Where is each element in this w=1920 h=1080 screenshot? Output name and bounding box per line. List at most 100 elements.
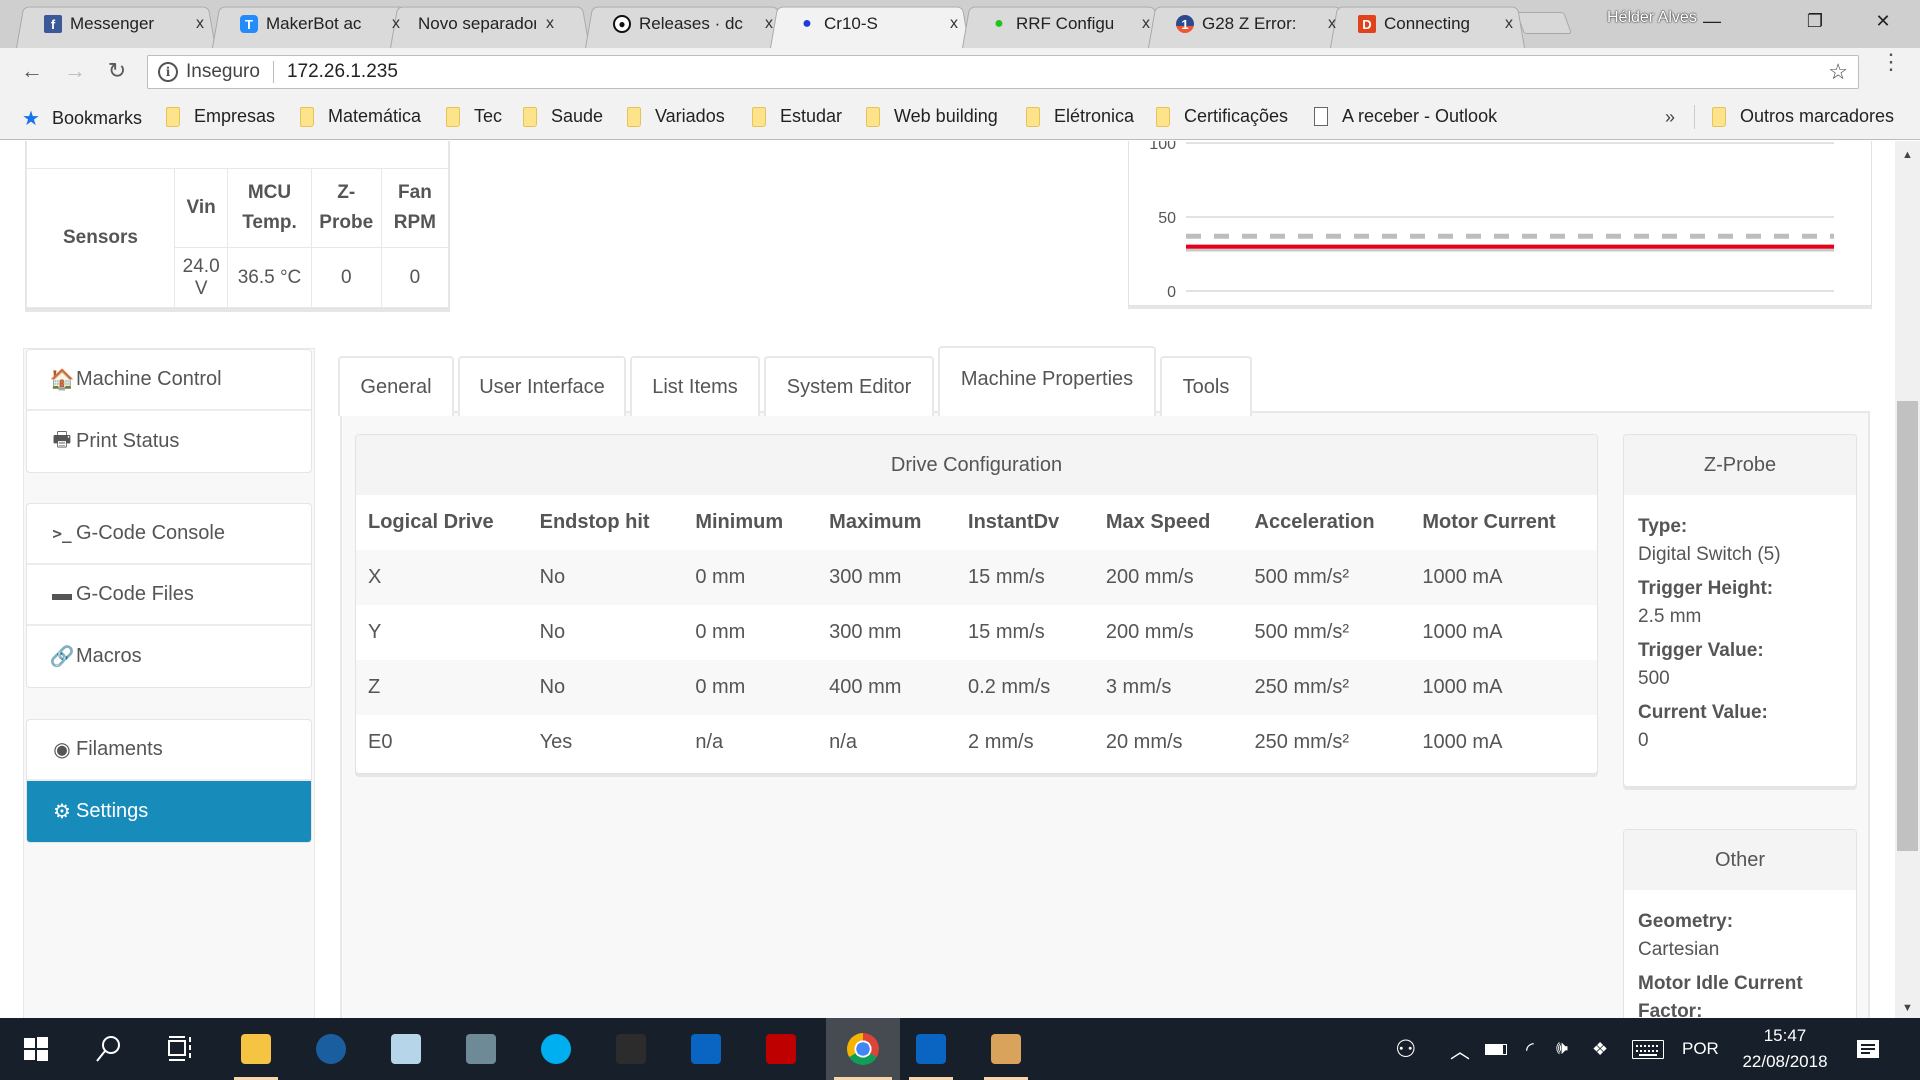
profile-name[interactable]: Hélder Alves: [1607, 9, 1697, 27]
sidebar-item-g-code-console[interactable]: >_ G-Code Console: [27, 504, 311, 565]
language-indicator[interactable]: POR: [1682, 1018, 1719, 1080]
dropbox-icon: ❖: [1592, 1038, 1609, 1059]
search-button[interactable]: [78, 1018, 138, 1080]
minimize-button[interactable]: —: [1692, 6, 1732, 36]
browser-tab-title: Releases · dc: [639, 14, 743, 33]
tab-list-items[interactable]: List Items: [630, 356, 760, 416]
volume-button[interactable]: 🕪: [1556, 1018, 1568, 1080]
github-icon: ●: [613, 15, 631, 33]
tab-machine-properties[interactable]: Machine Properties: [938, 346, 1156, 416]
sidebar-item-g-code-files[interactable]: ▬ G-Code Files: [27, 565, 311, 626]
security-label[interactable]: Inseguro: [186, 61, 260, 83]
folder-icon: [866, 106, 880, 127]
close-window-button[interactable]: ✕: [1863, 6, 1903, 36]
scroll-down-icon[interactable]: ▼: [1902, 1002, 1913, 1014]
browser-tab[interactable]: Novo separador x: [390, 3, 590, 45]
bookmark-item[interactable]: Elétronica: [1026, 106, 1134, 127]
drive-cell: E0: [368, 731, 393, 753]
file-explorer-taskbar-button[interactable]: [226, 1018, 286, 1080]
filezilla-taskbar-button[interactable]: [751, 1018, 811, 1080]
reload-button[interactable]: ↻: [102, 56, 132, 86]
close-tab-icon[interactable]: x: [196, 15, 204, 33]
forward-button[interactable]: →: [60, 56, 90, 86]
tab-tools[interactable]: Tools: [1160, 356, 1252, 416]
sidebar-item-settings[interactable]: ⚙ Settings: [27, 781, 311, 842]
scroll-up-icon[interactable]: ▲: [1902, 149, 1913, 161]
wifi-button[interactable]: ◜: [1526, 1018, 1534, 1080]
close-tab-icon[interactable]: x: [546, 15, 554, 33]
field-value: Digital Switch (5): [1638, 544, 1781, 565]
browser-tab[interactable]: ● RRF Configu x: [962, 3, 1162, 45]
close-tab-icon[interactable]: x: [1142, 15, 1150, 33]
bookmark-other[interactable]: Outros marcadores: [1712, 106, 1894, 127]
folder-icon: [446, 106, 460, 127]
close-tab-icon[interactable]: x: [1505, 15, 1513, 33]
close-tab-icon[interactable]: x: [765, 15, 773, 33]
mremoteng-taskbar-button[interactable]: [601, 1018, 661, 1080]
browser-menu-button[interactable]: ⋮: [1880, 51, 1902, 73]
virtualbox-taskbar-button[interactable]: [376, 1018, 436, 1080]
sidebar-item-label: Macros: [76, 645, 142, 667]
bookmark-star-icon[interactable]: ☆: [1828, 59, 1848, 85]
browser-tab[interactable]: 1 G28 Z Error: x: [1148, 3, 1348, 45]
steam-taskbar-button[interactable]: [301, 1018, 361, 1080]
bookmark-item[interactable]: ★ Bookmarks: [22, 106, 142, 131]
browser-tab[interactable]: D Connecting x: [1330, 3, 1525, 45]
tab-system-editor[interactable]: System Editor: [764, 356, 934, 416]
info-icon[interactable]: i: [158, 62, 178, 82]
bookmark-label: Matemática: [328, 106, 422, 126]
close-tab-icon[interactable]: x: [1328, 15, 1336, 33]
bookmark-item[interactable]: Certificações: [1156, 106, 1288, 127]
paint-taskbar-button[interactable]: [976, 1018, 1036, 1080]
sidebar-item-machine-control[interactable]: 🏠 Machine Control: [27, 350, 311, 411]
chrome-taskbar-button[interactable]: [826, 1018, 900, 1080]
bookmark-item[interactable]: Matemática: [300, 106, 421, 127]
sidebar-item-macros[interactable]: 🔗 Macros: [27, 626, 311, 687]
filezilla-icon: [766, 1034, 796, 1064]
bookmark-item[interactable]: Tec: [446, 106, 502, 127]
browser-tab[interactable]: f Messenger x: [16, 3, 216, 45]
action-center-button[interactable]: [1857, 1018, 1879, 1080]
task-view-button[interactable]: [150, 1018, 210, 1080]
outlook-taskbar-button[interactable]: [676, 1018, 736, 1080]
sensor-header: Vin: [173, 167, 229, 249]
bookmark-item[interactable]: A receber - Outlook W: [1314, 106, 1500, 127]
bookmark-item[interactable]: Saude: [523, 106, 603, 127]
address-bar[interactable]: i Inseguro 172.26.1.235 ☆: [147, 55, 1859, 89]
start-button[interactable]: [6, 1018, 66, 1080]
skype-taskbar-button[interactable]: [526, 1018, 586, 1080]
browser-tab[interactable]: T MakerBot ac x: [212, 3, 412, 45]
battery-button[interactable]: [1485, 1018, 1507, 1080]
dropbox-button[interactable]: ❖: [1592, 1018, 1608, 1080]
sidebar-item-label: Machine Control: [76, 368, 222, 390]
tab-user-interface[interactable]: User Interface: [458, 356, 626, 416]
scrollbar-thumb[interactable]: [1897, 401, 1918, 851]
outlook-taskbar-button[interactable]: [901, 1018, 961, 1080]
bookmark-item[interactable]: Variados: [627, 106, 725, 127]
bookmarks-bar: » Outros marcadores ★ Bookmarks Empresas Ma…: [0, 95, 1920, 140]
bookmark-item[interactable]: Estudar: [752, 106, 842, 127]
browser-tab[interactable]: ● Releases · dc x: [585, 3, 785, 45]
y-tick-label: 100: [1149, 141, 1176, 153]
browser-tab[interactable]: ● Cr10-S x: [770, 3, 970, 45]
close-tab-icon[interactable]: x: [392, 15, 400, 33]
people-button[interactable]: ⚇: [1395, 1018, 1417, 1080]
bookmark-item[interactable]: Empresas: [166, 106, 275, 127]
close-tab-icon[interactable]: x: [950, 15, 958, 33]
back-button[interactable]: ←: [17, 56, 47, 86]
clock[interactable]: 15:47 22/08/2018: [1730, 1023, 1840, 1075]
sidebar-item-filaments[interactable]: ◉ Filaments: [27, 720, 311, 781]
bookmark-item[interactable]: Web building: [866, 106, 998, 127]
drive-cell: 400 mm: [829, 676, 902, 698]
sidebar-item-print-status[interactable]: 🖶 Print Status: [27, 411, 311, 472]
page-scrollbar[interactable]: ▲ ▼: [1895, 141, 1920, 1018]
mplab-xide-taskbar-button[interactable]: [451, 1018, 511, 1080]
chrome-icon: [847, 1033, 879, 1065]
touch-keyboard-button[interactable]: [1632, 1018, 1664, 1080]
discourse-icon: D: [1358, 15, 1376, 33]
show-hidden-icons-button[interactable]: ︿: [1450, 1018, 1470, 1080]
restore-button[interactable]: ❐: [1795, 6, 1835, 36]
url-text[interactable]: 172.26.1.235: [287, 61, 398, 83]
bookmarks-overflow-button[interactable]: »: [1665, 107, 1675, 128]
tab-general[interactable]: General: [338, 356, 454, 416]
